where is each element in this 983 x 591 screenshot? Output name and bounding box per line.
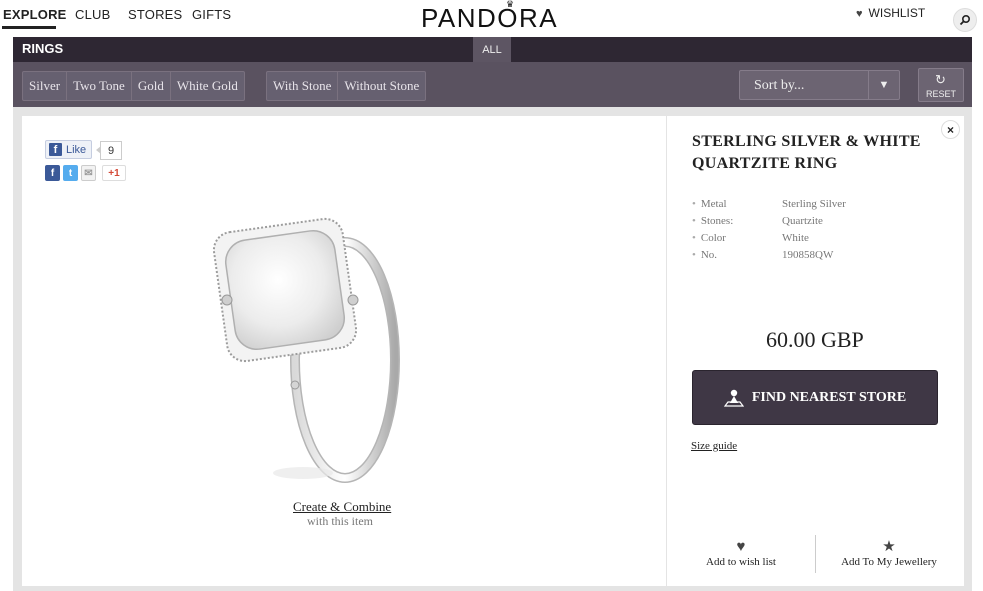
add-to-wishlist-button[interactable]: ♥ Add to wish list (701, 538, 781, 568)
bullet-icon: • (692, 232, 696, 244)
heart-icon: ♥ (736, 539, 746, 555)
store-button-label: FIND NEAREST STORE (751, 389, 907, 405)
tab-all[interactable]: ALL (473, 37, 511, 62)
facebook-icon: f (49, 143, 62, 156)
spec-label: Stones: (700, 215, 734, 227)
add-to-my-jewellery-button[interactable]: ★ Add To My Jewellery (836, 538, 942, 568)
find-nearest-store-button[interactable]: FIND NEAREST STORE (692, 370, 938, 425)
sort-dropdown[interactable]: Sort by... ▼ (739, 70, 900, 100)
bullet-icon: • (692, 249, 696, 261)
category-bar: RINGS ALL (13, 37, 972, 62)
product-price: 60.00 GBP (766, 327, 864, 352)
spec-value: White (782, 232, 809, 244)
material-filter-group: Silver Two Tone Gold White Gold (22, 71, 245, 101)
email-share-icon[interactable]: ✉ (81, 165, 96, 181)
spec-value: Quartzite (782, 215, 823, 227)
chevron-down-icon: ▼ (868, 71, 899, 99)
twitter-share-icon[interactable]: t (63, 165, 78, 181)
nav-gifts[interactable]: GIFTS (192, 7, 231, 22)
gplus-label: +1 (108, 167, 120, 179)
nav-active-indicator (2, 26, 56, 29)
bullet-icon: • (692, 198, 696, 210)
search-icon (959, 14, 971, 26)
sort-label: Sort by... (754, 78, 805, 93)
search-button[interactable] (953, 8, 977, 32)
spec-row-color: • Color White (692, 232, 809, 244)
stone-filter-group: With Stone Without Stone (266, 71, 427, 101)
like-label: Like (66, 143, 87, 156)
facebook-like-button[interactable]: f Like (45, 140, 92, 159)
close-icon: × (946, 122, 954, 137)
spec-value: 190858QW (782, 249, 834, 261)
product-title: STERLING SILVER & WHITE QUARTZITE RING (692, 133, 921, 172)
reset-label: RESET (925, 89, 956, 99)
top-navigation: EXPLORE CLUB STORES GIFTS ♛ PANDORA ♥ WIS… (0, 0, 983, 37)
wishlist-label: WISHLIST (868, 6, 926, 20)
person-pin-icon (723, 389, 744, 407)
bullet-icon: • (692, 215, 696, 227)
spec-value: Sterling Silver (782, 198, 846, 210)
add-wishlist-label: Add to wish list (706, 556, 776, 568)
reset-button[interactable]: ↻ RESET (918, 68, 964, 102)
facebook-share-icon[interactable]: f (45, 165, 60, 181)
spec-label: Metal (700, 198, 727, 210)
spec-label: Color (700, 232, 726, 244)
spec-label: No. (700, 249, 718, 261)
divider (815, 535, 816, 573)
filter-two-tone[interactable]: Two Tone (67, 72, 132, 100)
spec-row-metal: • Metal Sterling Silver (692, 198, 846, 210)
nav-club[interactable]: CLUB (75, 7, 110, 22)
spec-row-stones: • Stones: Quartzite (692, 215, 823, 227)
filter-without-stone[interactable]: Without Stone (338, 72, 425, 100)
size-guide-link[interactable]: Size guide (691, 440, 737, 452)
nav-explore[interactable]: EXPLORE (3, 7, 67, 22)
like-count: 9 (96, 141, 122, 160)
filter-bar: Silver Two Tone Gold White Gold With Sto… (13, 62, 972, 107)
filter-gold[interactable]: Gold (132, 72, 171, 100)
filter-silver[interactable]: Silver (23, 72, 68, 100)
product-image (212, 217, 400, 483)
google-plus-button[interactable]: +1 (102, 165, 126, 181)
reset-icon: ↻ (935, 72, 946, 87)
create-combine-subtext: with this item (307, 514, 373, 528)
heart-icon: ♥ (856, 8, 863, 20)
star-icon: ★ (882, 539, 896, 555)
filter-with-stone[interactable]: With Stone (267, 72, 339, 100)
filter-white-gold[interactable]: White Gold (171, 72, 244, 100)
add-jewellery-label: Add To My Jewellery (841, 556, 937, 568)
brand-logo[interactable]: PANDORA (421, 3, 558, 34)
close-button[interactable]: × (941, 120, 960, 139)
spec-row-number: • No. 190858QW (692, 249, 833, 261)
create-combine-link[interactable]: Create & Combine (293, 499, 391, 515)
wishlist-link[interactable]: ♥ WISHLIST (856, 6, 925, 20)
category-title: RINGS (22, 41, 64, 56)
nav-stores[interactable]: STORES (128, 7, 182, 22)
